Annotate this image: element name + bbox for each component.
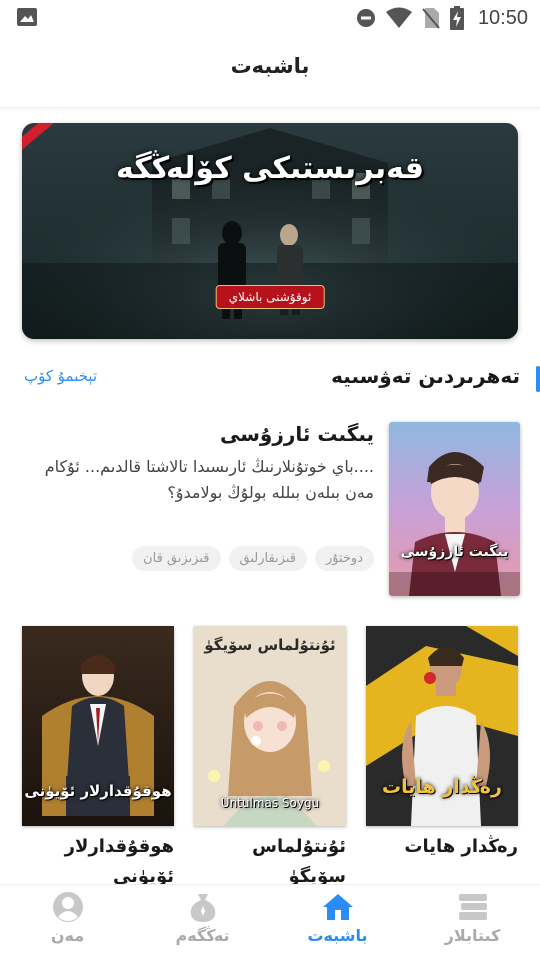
book-cover[interactable]: رەڭدار ھايات xyxy=(366,626,518,826)
featured-book[interactable]: يىگىت ئارزۇسى يىگىت ئارزۇسى ....باي خوتۇ… xyxy=(22,420,520,598)
featured-book-tags: دوختۇر قىزىقارلىق قىزىزىق قان xyxy=(22,546,374,571)
app-header: باشبەت xyxy=(0,36,540,108)
nav-item-home[interactable]: باشبەت xyxy=(270,885,405,960)
book-grid: رەڭدار ھايات رەڭدار ھايات ئۇنتۇلماس سۆيگ… xyxy=(22,626,518,887)
home-icon xyxy=(321,890,355,924)
featured-book-title[interactable]: يىگىت ئارزۇسى xyxy=(22,422,374,452)
nav-label: مەن xyxy=(50,926,85,945)
featured-cover-art xyxy=(389,422,520,596)
section-header: تەھرىردىن تەۋسىيە تېخىمۇ كۆپ xyxy=(22,360,540,396)
book-cover[interactable]: ئۇنتۇلماس سۆيگۈ Untulmas Soygu xyxy=(194,626,346,826)
book-card[interactable]: رەڭدار ھايات رەڭدار ھايات xyxy=(366,626,518,862)
user-icon xyxy=(51,890,85,924)
featured-book-description: ....باي خوتۇنلارنىڭ ئارىسىدا تالاشتا قال… xyxy=(44,457,374,502)
featured-cover-title: يىگىت ئارزۇسى xyxy=(400,544,509,560)
page-title: باشبەت xyxy=(230,54,310,78)
book-cover-caption: Untulmas Soygu xyxy=(220,796,320,810)
nav-label: كىتابلار xyxy=(444,926,501,945)
book-cover[interactable]: ھوقۇقدارلار ئۆيۈنى xyxy=(22,626,174,826)
tag-chip[interactable]: دوختۇر xyxy=(314,546,374,571)
tag-chip[interactable]: قىزىقارلىق xyxy=(228,546,307,571)
book-cover-title: ھوقۇقدارلار ئۆيۈنى xyxy=(24,782,172,800)
tag-chip[interactable]: قىزىزىق قان xyxy=(132,546,221,571)
book-title[interactable]: ھوقۇقدارلار ئۆيۈنى xyxy=(22,832,174,892)
status-bar: 10:50 xyxy=(0,0,540,36)
nav-label: باشبەت xyxy=(307,926,368,945)
book-title[interactable]: ئۇنتۇلماس سۆيگۈ xyxy=(194,832,346,892)
featured-book-cover[interactable]: يىگىت ئارزۇسى xyxy=(389,422,520,596)
coin-bag-icon xyxy=(186,890,220,924)
battery-charging-icon xyxy=(449,6,464,30)
no-sim-icon xyxy=(422,8,440,29)
nav-item-coins[interactable]: تەڭگەم xyxy=(135,885,270,960)
banner-carousel[interactable]: قەبرىستىكى كۆلەڭگە ئوقۇشنى باشلاي xyxy=(22,123,518,339)
book-title[interactable]: رەڭدار ھايات xyxy=(366,832,518,862)
gallery-icon xyxy=(17,8,37,26)
book-card[interactable]: ئۇنتۇلماس سۆيگۈ Untulmas Soygu ئۇنتۇلماس… xyxy=(194,626,346,892)
section-title: تەھرىردىن تەۋسىيە xyxy=(331,364,520,388)
clock: 10:50 xyxy=(477,6,528,29)
wifi-icon xyxy=(385,7,412,28)
more-link[interactable]: تېخىمۇ كۆپ xyxy=(24,367,97,385)
book-card[interactable]: ھوقۇقدارلار ئۆيۈنى ھوقۇقدارلار ئۆيۈنى xyxy=(22,626,174,892)
book-cover-title: ئۇنتۇلماس سۆيگۈ xyxy=(204,636,336,654)
banner-read-badge[interactable]: ئوقۇشنى باشلاي xyxy=(215,285,325,309)
do-not-disturb-icon xyxy=(356,9,375,27)
books-icon xyxy=(456,890,490,924)
banner-title: قەبرىستىكى كۆلەڭگە xyxy=(116,151,424,186)
featured-book-info: يىگىت ئارزۇسى ....باي خوتۇنلارنىڭ ئارىسى… xyxy=(22,420,374,571)
nav-item-profile[interactable]: مەن xyxy=(0,885,135,960)
nav-item-books[interactable]: كىتابلار xyxy=(405,885,540,960)
bottom-navigation: كىتابلار باشبەت تەڭگەم مەن xyxy=(0,884,540,960)
nav-label: تەڭگەم xyxy=(175,926,230,945)
section-accent-bar xyxy=(536,366,540,392)
book-cover-title: رەڭدار ھايات xyxy=(382,776,502,798)
